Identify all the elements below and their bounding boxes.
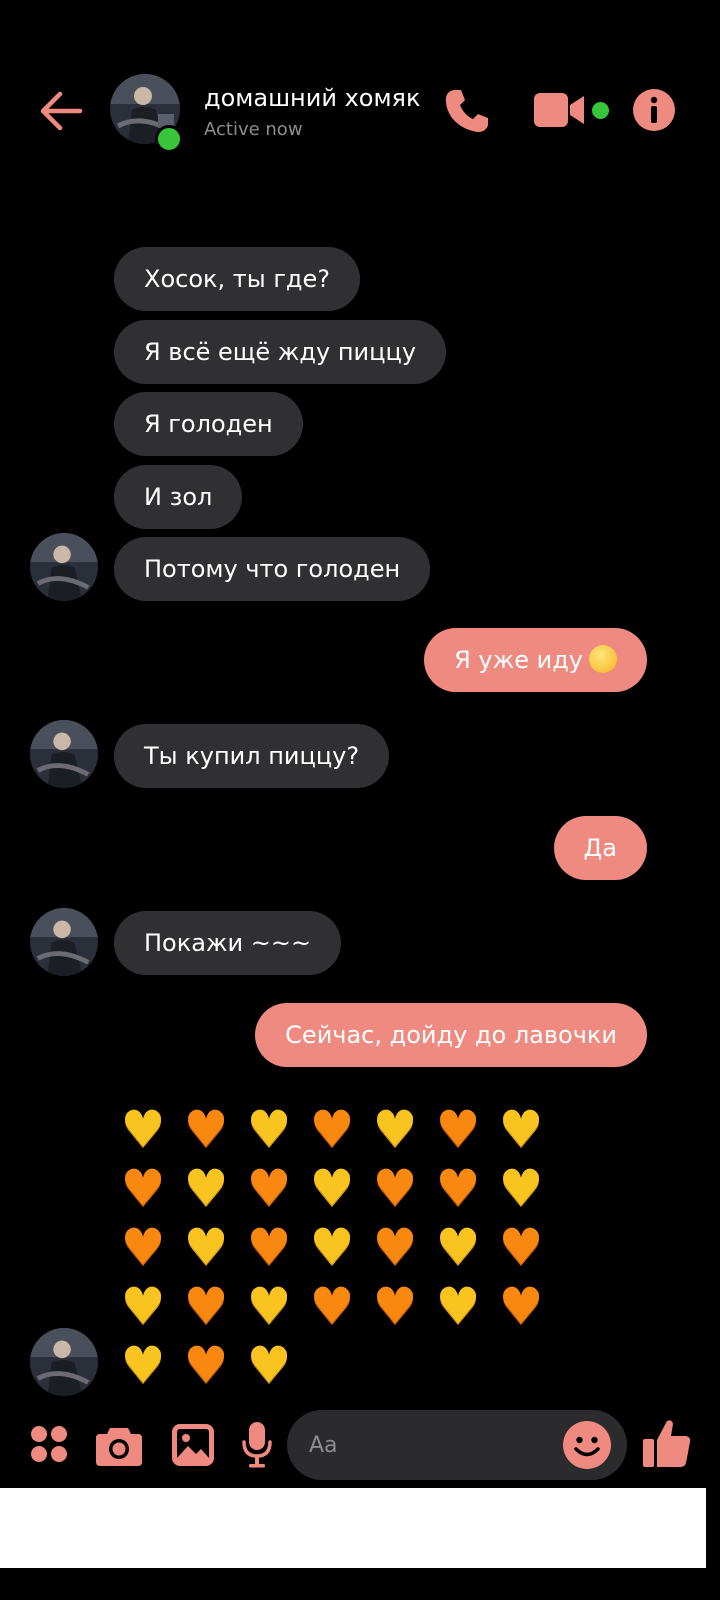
gallery-icon[interactable]: [172, 1424, 214, 1466]
sender-avatar[interactable]: [30, 908, 98, 976]
orange-heart-emoji: ♥: [309, 1100, 355, 1158]
yellow-heart-emoji: ♥: [183, 1159, 229, 1217]
message-bubble-outgoing[interactable]: Да: [553, 816, 647, 880]
message-input[interactable]: [309, 1410, 559, 1480]
yellow-heart-emoji: ♥: [183, 1218, 229, 1276]
yellow-heart-emoji: ♥: [498, 1159, 544, 1217]
yellow-heart-emoji: ♥: [309, 1159, 355, 1217]
message-bubble-outgoing[interactable]: Сейчас, дойду до лавочки: [255, 1003, 647, 1067]
system-navigation-bar: [0, 1488, 706, 1568]
phone-icon[interactable]: [442, 86, 492, 136]
orange-heart-emoji: ♥: [372, 1218, 418, 1276]
yellow-heart-emoji: ♥: [120, 1336, 166, 1394]
orange-heart-emoji: ♥: [246, 1218, 292, 1276]
message-bubble-incoming[interactable]: И зол: [114, 465, 243, 529]
message-composer[interactable]: [287, 1410, 627, 1480]
contact-status: Active now: [204, 119, 303, 140]
active-call-dot: [592, 102, 609, 119]
info-icon[interactable]: [632, 88, 676, 132]
orange-heart-emoji: ♥: [309, 1277, 355, 1335]
emoji-icon[interactable]: [563, 1421, 611, 1469]
orange-heart-emoji: ♥: [435, 1100, 481, 1158]
yellow-heart-emoji: ♥: [498, 1100, 544, 1158]
message-bubble-incoming[interactable]: Ты купил пиццу?: [114, 724, 390, 788]
orange-heart-emoji: ♥: [183, 1277, 229, 1335]
orange-heart-emoji: ♥: [183, 1100, 229, 1158]
orange-heart-emoji: ♥: [498, 1277, 544, 1335]
rolling-eyes-emoji: [589, 645, 617, 673]
message-bubble-incoming[interactable]: Я голоден: [114, 392, 303, 456]
back-arrow-icon[interactable]: [38, 88, 84, 134]
message-bubble-incoming[interactable]: Я всё ещё жду пиццу: [114, 320, 447, 384]
orange-heart-emoji: ♥: [435, 1159, 481, 1217]
yellow-heart-emoji: ♥: [246, 1336, 292, 1394]
message-text: Я уже иду: [454, 646, 583, 674]
orange-heart-emoji: ♥: [120, 1218, 166, 1276]
video-camera-icon[interactable]: [534, 91, 586, 129]
online-status-dot: [155, 125, 183, 153]
yellow-heart-emoji: ♥: [246, 1100, 292, 1158]
sender-avatar[interactable]: [30, 1328, 98, 1396]
contact-name[interactable]: домашний хомяк: [204, 84, 421, 112]
thumbs-up-icon[interactable]: [643, 1418, 691, 1468]
microphone-icon[interactable]: [242, 1422, 272, 1468]
yellow-heart-emoji: ♥: [309, 1218, 355, 1276]
orange-heart-emoji: ♥: [498, 1218, 544, 1276]
yellow-heart-emoji: ♥: [372, 1100, 418, 1158]
message-bubble-incoming[interactable]: Хосок, ты где?: [114, 247, 361, 311]
apps-icon[interactable]: [30, 1425, 68, 1463]
orange-heart-emoji: ♥: [120, 1159, 166, 1217]
yellow-heart-emoji: ♥: [120, 1100, 166, 1158]
orange-heart-emoji: ♥: [372, 1277, 418, 1335]
message-bubble-incoming[interactable]: Покажи ~~~: [114, 911, 342, 975]
yellow-heart-emoji: ♥: [435, 1277, 481, 1335]
orange-heart-emoji: ♥: [246, 1159, 292, 1217]
message-bubble-outgoing[interactable]: Я уже иду: [424, 628, 647, 692]
sender-avatar[interactable]: [30, 533, 98, 601]
orange-heart-emoji: ♥: [372, 1159, 418, 1217]
orange-heart-emoji: ♥: [183, 1336, 229, 1394]
yellow-heart-emoji: ♥: [246, 1277, 292, 1335]
camera-icon[interactable]: [96, 1424, 142, 1466]
yellow-heart-emoji: ♥: [120, 1277, 166, 1335]
message-bubble-incoming[interactable]: Потому что голоден: [114, 537, 431, 601]
sender-avatar[interactable]: [30, 720, 98, 788]
yellow-heart-emoji: ♥: [435, 1218, 481, 1276]
